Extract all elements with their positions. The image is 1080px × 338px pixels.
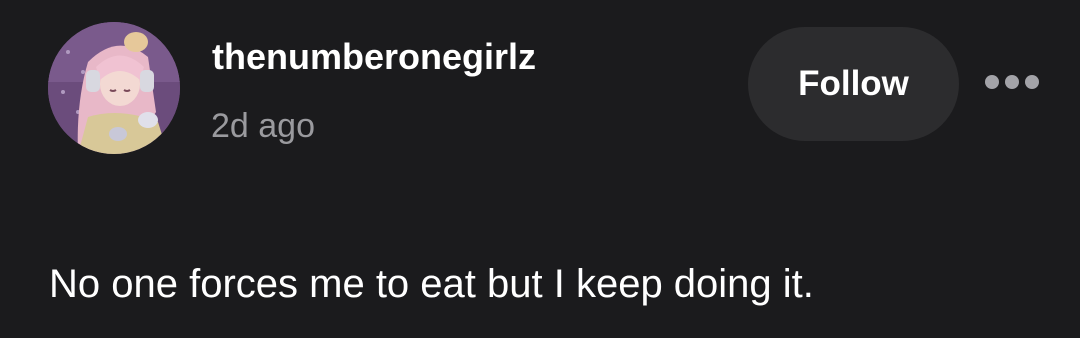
- post-body-text: No one forces me to eat but I keep doing…: [49, 262, 814, 306]
- avatar-image: [48, 22, 180, 154]
- ellipsis-icon: [1005, 75, 1019, 89]
- more-options-button[interactable]: [978, 62, 1046, 102]
- avatar[interactable]: [48, 22, 180, 154]
- follow-button[interactable]: Follow: [748, 27, 959, 141]
- ellipsis-icon: [985, 75, 999, 89]
- post-timestamp: 2d ago: [211, 107, 315, 145]
- post-author-username[interactable]: thenumberonegirlz: [212, 36, 536, 78]
- ellipsis-icon: [1025, 75, 1039, 89]
